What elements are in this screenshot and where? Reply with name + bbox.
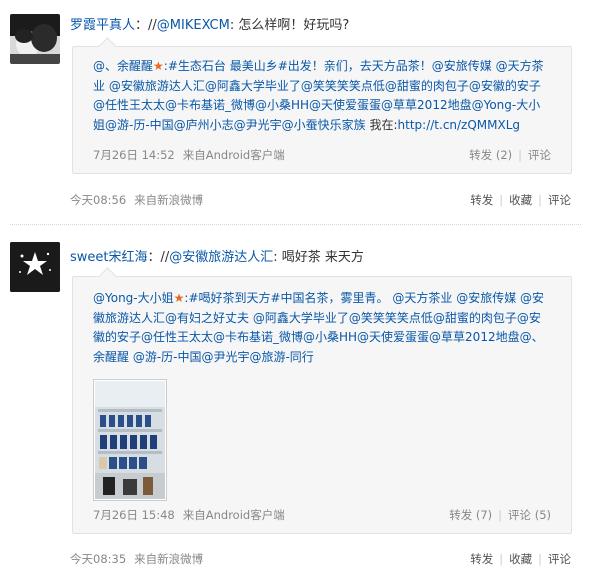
retweet-time[interactable]: 7月26日 14:52 <box>93 148 175 162</box>
post-text: sweet宋红海：//@安徽旅游达人汇: 喝好茶 来天方 <box>70 246 364 265</box>
comment-link[interactable]: 评论 <box>548 552 571 566</box>
post-body: : 怎么样啊！好玩吗? <box>229 18 350 33</box>
author-name[interactable]: 罗霞平真人 <box>70 18 135 33</box>
repost-link[interactable]: 转发 <box>470 193 493 207</box>
retweet-comment-link[interactable]: 评论 (5) <box>508 508 551 522</box>
comment-link[interactable]: 评论 <box>548 193 571 207</box>
favorite-link[interactable]: 收藏 <box>509 193 532 207</box>
retweet-time[interactable]: 7月26日 15:48 <box>93 508 175 522</box>
post-meta: 今天08:35 来自新浪微博 <box>70 551 203 567</box>
retweet-repost-link[interactable]: 转发 (7) <box>449 508 492 522</box>
divider <box>10 224 581 225</box>
author-name[interactable]: sweet宋红海 <box>70 250 148 265</box>
separator: ：// <box>147 250 170 265</box>
favorite-link[interactable]: 收藏 <box>509 552 532 566</box>
post-source: 来自新浪微博 <box>134 193 204 207</box>
retweet-source: 来自Android客户端 <box>182 148 285 162</box>
retweet-text: @Yong-大小姐★:#喝好茶到天方#中国名茶，雾里青。 @天方茶业 @安旅传媒… <box>93 291 545 364</box>
retweet-source: 来自Android客户端 <box>182 508 285 522</box>
retweet-meta: 7月26日 15:48 来自Android客户端 <box>93 507 285 523</box>
post-meta: 今天08:56 来自新浪微博 <box>70 192 203 208</box>
post-actions: 转发 | 收藏 | 评论 <box>470 193 571 207</box>
retweet-actions: 转发 (2) | 评论 <box>469 148 551 162</box>
retweet-box: @Yong-大小姐★:#喝好茶到天方#中国名茶，雾里青。 @天方茶业 @安旅传媒… <box>72 276 572 534</box>
retweet-repost-link[interactable]: 转发 (2) <box>469 148 512 162</box>
retweet-text: @、余醒醒★:#生态石台 最美山乡#出发！亲们，去天方品茶！@安旅传媒 @天方茶… <box>93 59 544 132</box>
post-source: 来自新浪微博 <box>134 552 204 566</box>
post-time[interactable]: 今天08:35 <box>70 552 126 566</box>
retweet-actions: 转发 (7) | 评论 (5) <box>449 508 551 522</box>
post-time[interactable]: 今天08:56 <box>70 193 126 207</box>
mention-link[interactable]: @MIKEXCM <box>157 18 230 33</box>
avatar[interactable] <box>10 242 60 292</box>
post-body: : 喝好茶 来天方 <box>273 250 364 265</box>
repost-link[interactable]: 转发 <box>470 552 493 566</box>
mention-link[interactable]: @安徽旅游达人汇 <box>169 250 273 265</box>
retweet-box: @、余醒醒★:#生态石台 最美山乡#出发！亲们，去天方品茶！@安旅传媒 @天方茶… <box>72 46 572 174</box>
separator: ：// <box>135 18 157 33</box>
avatar[interactable] <box>10 14 60 64</box>
retweet-comment-link[interactable]: 评论 <box>528 148 551 162</box>
retweet-image[interactable] <box>93 379 167 501</box>
post-actions: 转发 | 收藏 | 评论 <box>470 552 571 566</box>
post-text: 罗霞平真人：//@MIKEXCM: 怎么样啊！好玩吗? <box>70 14 349 33</box>
retweet-meta: 7月26日 14:52 来自Android客户端 <box>93 147 285 163</box>
